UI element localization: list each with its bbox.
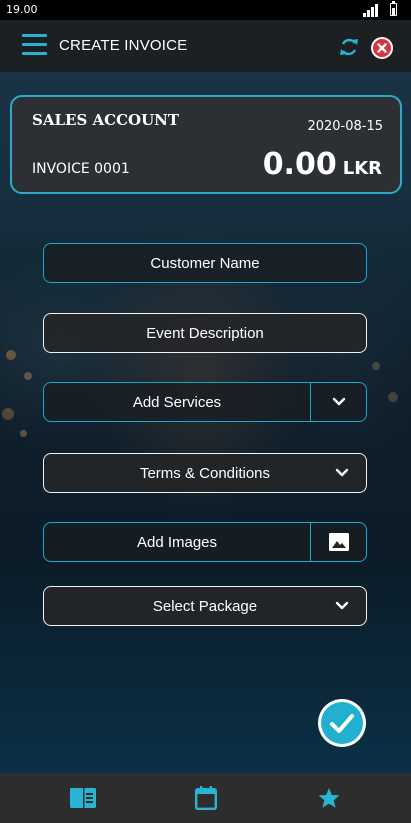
- calendar-icon: [195, 786, 217, 810]
- image-icon: [328, 533, 349, 551]
- terms-conditions-field[interactable]: Terms & Conditions: [43, 453, 367, 493]
- create-invoice-screen: 19.00 CREATE INVOICE SALES ACCOUNT 2020-…: [0, 0, 411, 823]
- nav-calendar[interactable]: [176, 773, 236, 823]
- status-bar: 19.00: [0, 0, 411, 20]
- terms-conditions-chevron: [332, 454, 352, 492]
- chevron-down-icon: [332, 397, 345, 406]
- account-summary-card: SALES ACCOUNT 2020-08-15 INVOICE 0001 0.…: [10, 95, 402, 194]
- invoice-number: INVOICE 0001: [32, 161, 130, 177]
- invoice-date: 2020-08-15: [307, 119, 383, 134]
- nav-favorites[interactable]: [299, 773, 359, 823]
- select-package-chevron: [332, 587, 352, 625]
- app-bar: CREATE INVOICE: [0, 20, 411, 72]
- customer-name-field[interactable]: Customer Name: [43, 243, 367, 283]
- total-amount: 0.00: [262, 147, 337, 182]
- add-images-field: Add Images: [43, 522, 367, 562]
- chevron-down-icon: [335, 468, 349, 477]
- invoice-total: 0.00 LKR: [263, 147, 382, 182]
- total-currency: LKR: [342, 158, 382, 179]
- add-services-label[interactable]: Add Services: [44, 383, 310, 421]
- battery-icon: [390, 1, 397, 16]
- event-description-field[interactable]: Event Description: [43, 313, 367, 353]
- terms-conditions-label: Terms & Conditions: [139, 464, 271, 482]
- customer-name-label: Customer Name: [150, 254, 260, 272]
- refresh-icon[interactable]: [338, 36, 360, 58]
- submit-invoice-button[interactable]: [318, 699, 366, 747]
- add-images-label[interactable]: Add Images: [44, 523, 310, 561]
- close-icon[interactable]: [371, 37, 393, 59]
- select-package-field[interactable]: Select Package: [43, 586, 367, 626]
- add-services-dropdown-button[interactable]: [311, 383, 366, 421]
- menu-icon[interactable]: [22, 34, 47, 56]
- signal-icon: [363, 4, 378, 17]
- status-time: 19.00: [6, 3, 38, 16]
- nav-invoices[interactable]: [53, 773, 113, 823]
- submit-button-fill: [321, 702, 363, 744]
- check-icon: [330, 714, 354, 733]
- select-package-label: Select Package: [152, 597, 258, 615]
- bottom-navigation: [0, 773, 411, 823]
- invoice-icon: [70, 788, 96, 808]
- account-name: SALES ACCOUNT: [32, 111, 180, 129]
- event-description-label: Event Description: [146, 324, 264, 342]
- star-icon: [318, 787, 340, 808]
- page-title: CREATE INVOICE: [59, 37, 188, 54]
- add-services-field: Add Services: [43, 382, 367, 422]
- chevron-down-icon: [335, 601, 349, 610]
- add-image-button[interactable]: [311, 523, 366, 561]
